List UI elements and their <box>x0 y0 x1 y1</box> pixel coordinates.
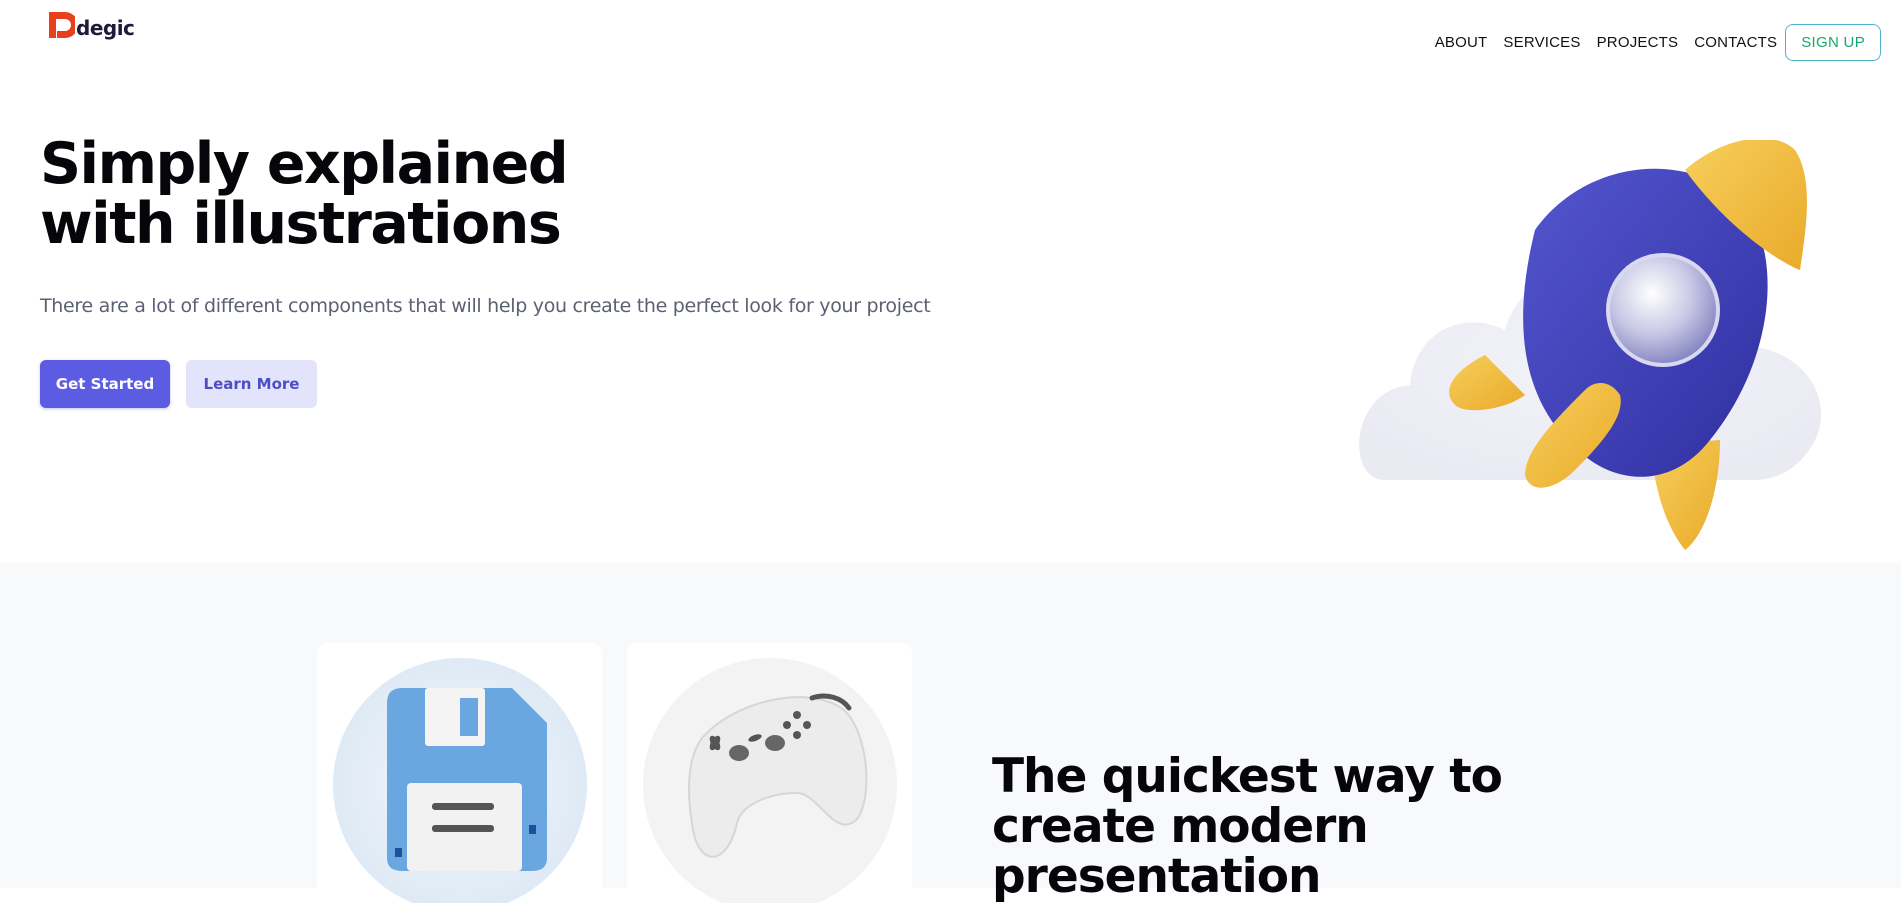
hero-subtitle: There are a lot of different components … <box>40 295 931 317</box>
section-title-line2: create modern <box>992 799 1369 854</box>
logo-mark-icon <box>49 12 75 38</box>
features-section <box>0 563 1901 888</box>
section-title: The quickest way to create modern presen… <box>992 752 1512 902</box>
get-started-button[interactable]: Get Started <box>40 360 170 408</box>
signup-button[interactable]: SIGN UP <box>1785 24 1881 61</box>
main-nav: ABOUT SERVICES PROJECTS CONTACTS SIGN UP <box>1435 24 1881 61</box>
hero-title: Simply explained with illustrations <box>40 134 740 254</box>
feature-card[interactable] <box>627 643 912 903</box>
nav-about[interactable]: ABOUT <box>1435 34 1488 51</box>
hero-title-line2: with illustrations <box>40 191 562 257</box>
brand-name: degic <box>76 16 135 40</box>
nav-services[interactable]: SERVICES <box>1503 34 1580 51</box>
hero-title-line1: Simply explained <box>40 131 569 197</box>
section-title-line1: The quickest way to <box>992 749 1503 804</box>
rocket-illustration <box>1359 140 1822 550</box>
brand-logo[interactable]: degic <box>49 10 135 40</box>
section-title-line3: presentation <box>992 849 1322 904</box>
learn-more-button[interactable]: Learn More <box>186 360 317 408</box>
gamepad-icon <box>643 658 897 903</box>
nav-contacts[interactable]: CONTACTS <box>1694 34 1777 51</box>
floppy-disk-icon <box>333 658 587 903</box>
feature-card[interactable] <box>317 643 602 903</box>
nav-projects[interactable]: PROJECTS <box>1597 34 1679 51</box>
